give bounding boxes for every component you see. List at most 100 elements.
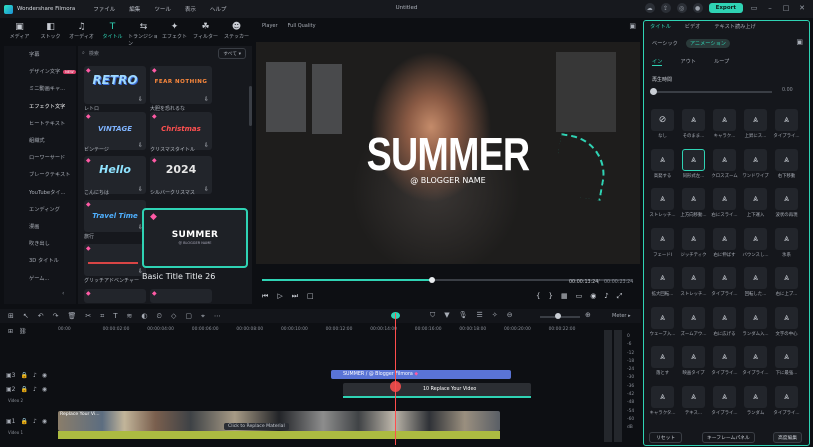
tab-in[interactable]: イン <box>652 58 663 66</box>
title-card[interactable]: ◆ ⇩ <box>84 244 146 276</box>
ai-icon[interactable]: ✧ <box>492 311 498 320</box>
animation-preset[interactable]: ⩓ <box>744 188 767 210</box>
animation-preset[interactable]: ⩓ <box>775 306 798 329</box>
animation-preset[interactable]: ⩓ <box>682 267 705 289</box>
title-card[interactable]: ◆ <box>150 289 212 303</box>
pointer-icon[interactable]: ↖ <box>23 312 29 320</box>
reset-button[interactable]: リセット <box>649 432 683 443</box>
animation-preset[interactable]: ⩓ <box>651 148 674 171</box>
color-icon[interactable]: ◐ <box>141 312 147 320</box>
animation-preset[interactable]: ⩓ <box>744 148 767 171</box>
visibility-icon[interactable]: ◉ <box>42 386 47 393</box>
playback-knob[interactable] <box>429 277 436 283</box>
title-clip[interactable]: SUMMER / @ Blogger Filmora ◆ <box>331 370 511 379</box>
menu-edit[interactable]: 編集 <box>129 5 140 13</box>
animation-preset[interactable]: ⩓ <box>682 188 705 210</box>
animation-preset[interactable]: ⩓ <box>713 188 736 210</box>
animation-preset[interactable]: ⩓ <box>713 267 736 289</box>
animation-preset[interactable]: ⩓ <box>651 306 674 329</box>
step-forward-icon[interactable]: ⏭ <box>292 292 298 301</box>
snapshot-icon[interactable]: ▣ <box>629 22 636 30</box>
keyframe-icon[interactable]: ◇ <box>171 312 176 320</box>
animation-preset[interactable]: ⩓ <box>744 267 767 289</box>
download-icon[interactable]: ⇩ <box>204 96 209 103</box>
filter-dropdown[interactable]: すべて ▾ <box>218 48 246 59</box>
animation-preset[interactable]: ⩓ <box>775 148 798 171</box>
animation-none-preset[interactable]: ⊘ <box>651 109 674 131</box>
volume-icon[interactable]: ▦ <box>561 292 568 301</box>
split-icon[interactable]: ✂ <box>85 312 91 320</box>
category-item[interactable]: エンディング <box>4 201 76 218</box>
animation-preset[interactable]: ⩓ <box>651 267 674 289</box>
animation-preset[interactable]: ⩓ <box>651 188 674 210</box>
animation-preset[interactable]: ⩓ <box>651 227 674 250</box>
animation-preset[interactable]: ⩓ <box>682 148 705 171</box>
download-icon[interactable]: ⇩ <box>204 186 209 193</box>
animation-preset[interactable]: ⩓ <box>744 227 767 250</box>
lock-icon[interactable]: 🔒 <box>21 372 28 379</box>
title-card[interactable]: ◆ FEAR NOTHING ⇩ <box>150 66 212 104</box>
tab-titles[interactable]: T タイトル <box>97 20 128 44</box>
collapse-icon[interactable]: ‹ <box>62 290 64 297</box>
animation-preset[interactable]: ⩓ <box>713 346 736 368</box>
animation-preset[interactable]: ⩓ <box>775 267 798 289</box>
animation-preset[interactable]: ⩓ <box>713 109 736 131</box>
animation-preset[interactable]: ⩓ <box>713 306 736 329</box>
marker-icon[interactable]: ▼ <box>444 311 449 320</box>
menu-view[interactable]: 表示 <box>185 5 196 13</box>
category-item[interactable]: ヒートテキスト <box>4 115 76 132</box>
list-icon[interactable]: ☰ <box>477 311 483 320</box>
category-item[interactable]: 吹き出し <box>4 235 76 252</box>
category-item[interactable]: デザイン文字 NEW <box>4 63 76 80</box>
tab-tts[interactable]: テキスト読み上げ <box>714 23 755 30</box>
library-scrollbar[interactable] <box>249 86 252 126</box>
animation-preset[interactable]: ⩓ <box>651 346 674 368</box>
title-card[interactable]: ◆ Travel Time ⇩ <box>84 200 146 232</box>
duration-slider-knob[interactable] <box>650 88 657 95</box>
tab-basic[interactable]: ベーシック <box>652 40 678 47</box>
headset-icon[interactable]: ◎ <box>676 3 687 13</box>
category-item[interactable]: ゲーム... <box>4 269 76 286</box>
visibility-icon[interactable]: ◉ <box>42 418 47 425</box>
upload-icon[interactable]: ⇪ <box>660 3 671 13</box>
download-icon[interactable]: ⇩ <box>204 142 209 149</box>
zoom-in-icon[interactable]: ⊕ <box>585 311 591 319</box>
animation-preset[interactable]: ⩓ <box>744 385 767 408</box>
monitor-icon[interactable]: ▭ <box>576 292 583 301</box>
link-icon[interactable]: ⛓ <box>19 328 27 335</box>
download-icon[interactable]: ⇩ <box>138 142 143 149</box>
category-item[interactable]: 字幕 <box>4 46 76 63</box>
tab-title[interactable]: タイトル <box>650 23 671 30</box>
lock-icon[interactable]: 🔒 <box>21 418 28 425</box>
title-card[interactable]: ◆ RETRO ⇩ <box>84 66 146 104</box>
category-item[interactable]: エフェクト文字 <box>4 98 76 115</box>
menu-tools[interactable]: ツール <box>154 5 171 13</box>
cloud-icon[interactable]: ☁ <box>644 3 655 13</box>
mic-icon[interactable]: 🎙 <box>459 311 468 320</box>
visibility-icon[interactable]: ◉ <box>42 372 47 379</box>
animation-preset[interactable]: ⩓ <box>682 306 705 329</box>
tab-effects[interactable]: ✦ エフェクト <box>159 20 190 44</box>
layout-icon[interactable]: ▭ <box>749 4 759 12</box>
category-item[interactable]: 漫画 <box>4 218 76 235</box>
play-icon[interactable]: ▷ <box>277 292 282 301</box>
text-icon[interactable]: T <box>113 312 117 320</box>
tab-stock[interactable]: ◧ ストック <box>35 20 66 44</box>
adjust-icon[interactable]: ≋ <box>127 312 133 320</box>
step-back-icon[interactable]: ⏮ <box>262 292 268 301</box>
animation-preset[interactable]: ⩓ <box>713 148 736 171</box>
minimize-icon[interactable]: – <box>765 4 775 12</box>
animation-preset[interactable]: ⩓ <box>775 109 798 131</box>
keyframe-panel-button[interactable]: キーフレームパネル <box>702 432 755 443</box>
save-preset-icon[interactable]: ▣ <box>796 38 803 46</box>
video-preview[interactable]: SUMMER @ BLOGGER NAME <box>256 42 640 264</box>
duration-slider[interactable] <box>652 91 772 93</box>
duration-value[interactable]: 0.00 <box>782 88 793 93</box>
mute-icon[interactable]: ♪ <box>33 372 37 379</box>
title-card[interactable]: ◆ Christmas ⇩ <box>150 112 212 150</box>
animation-preset[interactable]: ⩓ <box>651 385 674 408</box>
animation-preset[interactable]: ⩓ <box>682 385 705 408</box>
delete-icon[interactable]: 🗑 <box>68 312 77 320</box>
undo-icon[interactable]: ↶ <box>38 312 44 320</box>
tab-transitions[interactable]: ⇆ トランジション <box>128 20 159 47</box>
